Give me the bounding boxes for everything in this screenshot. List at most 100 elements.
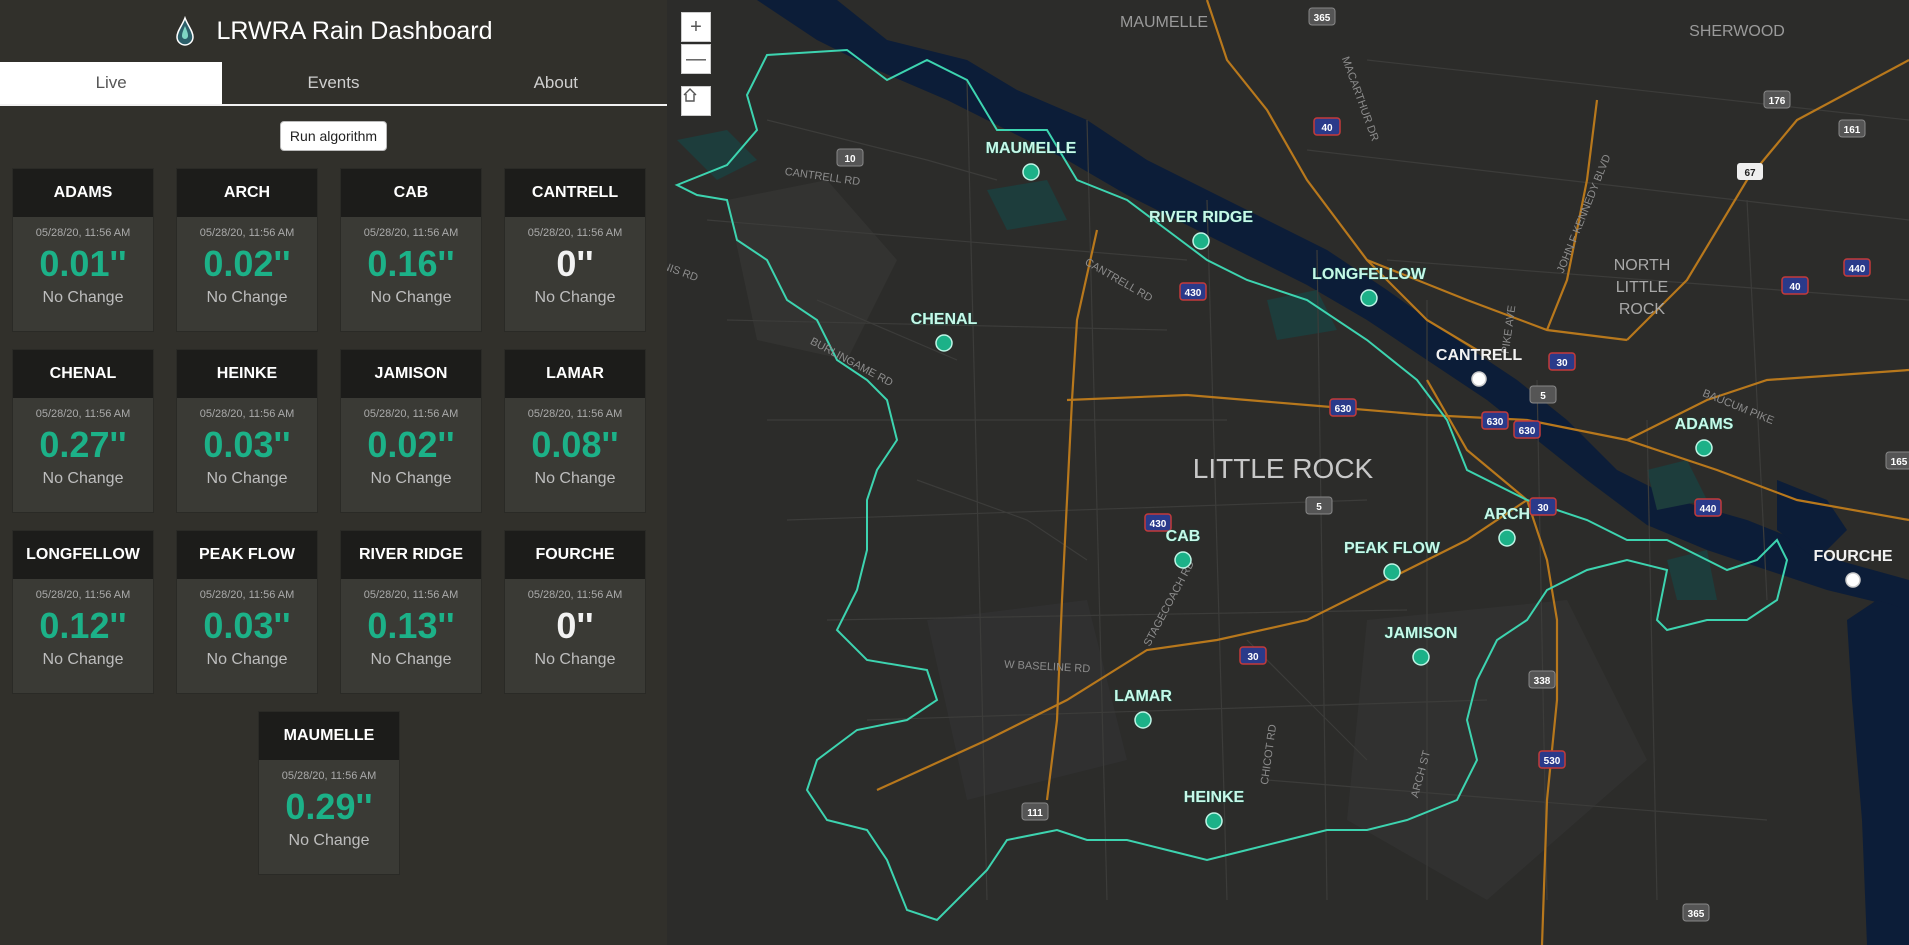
station-label: PEAK FLOW <box>1344 540 1441 557</box>
station-timestamp: 05/28/20, 11:56 AM <box>35 227 131 239</box>
shield-number: 165 <box>1891 457 1908 468</box>
shield-number: 440 <box>1849 264 1866 275</box>
highway-shield: 176 <box>1763 90 1791 109</box>
station-timestamp: 05/28/20, 11:56 AM <box>281 770 377 782</box>
station-timestamp: 05/28/20, 11:56 AM <box>363 589 459 601</box>
place-label: MAUMELLE <box>1120 14 1208 31</box>
station-card[interactable]: CANTRELL 05/28/20, 11:56 AM 0'' No Change <box>504 168 646 332</box>
highway-shield: 40 <box>1313 117 1341 136</box>
station-label: FOURCHE <box>1813 548 1892 565</box>
run-button-container: Run algorithm <box>0 106 667 166</box>
station-name: RIVER RIDGE <box>341 531 481 579</box>
run-algorithm-button[interactable]: Run algorithm <box>279 121 388 151</box>
station-timestamp: 05/28/20, 11:56 AM <box>199 227 295 239</box>
change-status: No Change <box>206 289 288 306</box>
highway-shield: 440 <box>1843 258 1871 277</box>
rainfall-value: 0.12'' <box>39 605 127 646</box>
station-timestamp: 05/28/20, 11:56 AM <box>199 589 295 601</box>
station-dot[interactable] <box>935 334 953 352</box>
highway-shield: 440 <box>1694 498 1722 517</box>
station-dot[interactable] <box>1498 529 1516 547</box>
station-name: JAMISON <box>341 350 481 398</box>
zoom-out-button[interactable]: — <box>681 44 711 74</box>
station-name: MAUMELLE <box>259 712 399 760</box>
station-card[interactable]: ADAMS 05/28/20, 11:56 AM 0.01'' No Change <box>12 168 154 332</box>
station-label: HEINKE <box>1184 789 1245 806</box>
rainfall-value: 0.01'' <box>39 243 127 284</box>
station-card[interactable]: LONGFELLOW 05/28/20, 11:56 AM 0.12'' No Cha… <box>12 530 154 694</box>
station-timestamp: 05/28/20, 11:56 AM <box>35 408 131 420</box>
station-name: FOURCHE <box>505 531 645 579</box>
station-card[interactable]: FOURCHE 05/28/20, 11:56 AM 0'' No Change <box>504 530 646 694</box>
station-timestamp: 05/28/20, 11:56 AM <box>527 589 623 601</box>
station-timestamp: 05/28/20, 11:56 AM <box>527 408 623 420</box>
rainfall-value: 0.27'' <box>39 424 127 465</box>
highway-shield: 338 <box>1528 670 1556 689</box>
station-dot[interactable] <box>1845 572 1861 588</box>
station-label: CHENAL <box>911 311 978 328</box>
station-name: LONGFELLOW <box>13 531 153 579</box>
station-name: CANTRELL <box>505 169 645 217</box>
tab-about[interactable]: About <box>445 62 667 104</box>
station-timestamp: 05/28/20, 11:56 AM <box>363 408 459 420</box>
station-label: MAUMELLE <box>986 140 1077 157</box>
station-dot[interactable] <box>1174 551 1192 569</box>
place-label: NORTH <box>1614 257 1671 274</box>
station-card[interactable]: RIVER RIDGE 05/28/20, 11:56 AM 0.13'' No Ch… <box>340 530 482 694</box>
station-card[interactable]: PEAK FLOW 05/28/20, 11:56 AM 0.03'' No Chan… <box>176 530 318 694</box>
shield-number: 40 <box>1789 282 1801 293</box>
station-card[interactable]: LAMAR 05/28/20, 11:56 AM 0.08'' No Change <box>504 349 646 513</box>
city-label: LITTLE ROCK <box>1193 453 1374 484</box>
rainfall-value: 0.02'' <box>203 243 291 284</box>
rainfall-value: 0.03'' <box>203 605 291 646</box>
highway-shield: 161 <box>1838 119 1866 138</box>
shield-number: 365 <box>1688 909 1705 920</box>
shield-number: 111 <box>1027 808 1043 819</box>
station-label: LONGFELLOW <box>1312 266 1427 283</box>
station-card[interactable]: CHENAL 05/28/20, 11:56 AM 0.27'' No Change <box>12 349 154 513</box>
highway-shield: 30 <box>1239 646 1267 665</box>
highway-shield: 40 <box>1781 276 1809 295</box>
change-status: No Change <box>370 651 452 668</box>
station-dot[interactable] <box>1412 648 1430 666</box>
station-card[interactable]: MAUMELLE 05/28/20, 11:56 AM 0.29'' No Chang… <box>258 711 400 875</box>
highway-shield: 30 <box>1529 497 1557 516</box>
tab-events[interactable]: Events <box>222 62 444 104</box>
home-button[interactable] <box>681 86 711 116</box>
station-card[interactable]: HEINKE 05/28/20, 11:56 AM 0.03'' No Change <box>176 349 318 513</box>
station-card[interactable]: ARCH 05/28/20, 11:56 AM 0.02'' No Change <box>176 168 318 332</box>
highway-shield: 365 <box>1682 903 1710 922</box>
station-dot[interactable] <box>1695 439 1713 457</box>
station-card[interactable]: CAB 05/28/20, 11:56 AM 0.16'' No Change <box>340 168 482 332</box>
shield-number: 630 <box>1335 404 1352 415</box>
station-name: CAB <box>341 169 481 217</box>
zoom-in-button[interactable]: + <box>681 12 711 42</box>
station-dot[interactable] <box>1360 289 1378 307</box>
station-timestamp: 05/28/20, 11:56 AM <box>363 227 459 239</box>
rainfall-value: 0.02'' <box>367 424 455 465</box>
station-dot[interactable] <box>1205 812 1223 830</box>
map[interactable]: 365 40 176 161 67 440 40 430 10 30 5 630 630 630 30 440… <box>667 0 1909 945</box>
highway-shield: 5 <box>1529 385 1557 404</box>
change-status: No Change <box>42 651 124 668</box>
highway-shield: 630 <box>1513 420 1541 439</box>
highway-shield: 430 <box>1179 282 1207 301</box>
map-canvas[interactable]: 365 40 176 161 67 440 40 430 10 30 5 630 630 630 30 440… <box>667 0 1909 945</box>
shield-number: 176 <box>1769 96 1786 107</box>
highway-shield: 5 <box>1305 496 1333 515</box>
station-timestamp: 05/28/20, 11:56 AM <box>35 589 131 601</box>
station-dot[interactable] <box>1134 711 1152 729</box>
place-label: ROCK <box>1619 301 1666 318</box>
station-dot[interactable] <box>1192 232 1210 250</box>
tab-live[interactable]: Live <box>0 62 223 104</box>
station-label: CAB <box>1166 528 1201 545</box>
station-dot[interactable] <box>1471 371 1487 387</box>
station-dot[interactable] <box>1383 563 1401 581</box>
station-label: JAMISON <box>1385 625 1458 642</box>
station-dot[interactable] <box>1022 163 1040 181</box>
station-card[interactable]: JAMISON 05/28/20, 11:56 AM 0.02'' No Change <box>340 349 482 513</box>
rainfall-value: 0.13'' <box>367 605 455 646</box>
shield-number: 30 <box>1537 503 1549 514</box>
station-timestamp: 05/28/20, 11:56 AM <box>527 227 623 239</box>
shield-number: 40 <box>1321 123 1333 134</box>
